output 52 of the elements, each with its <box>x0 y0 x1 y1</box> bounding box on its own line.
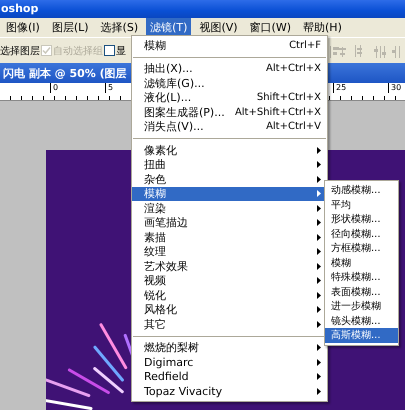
menu-item[interactable]: 高斯模糊... <box>325 328 398 342</box>
document-title: 闪电 副本 @ 50% (图层 <box>2 66 127 81</box>
menu-item[interactable]: 液化(L)... Shift+Ctrl+X <box>132 90 327 105</box>
menu-item[interactable]: 图案生成器(P)... Alt+Shift+Ctrl+X <box>132 105 327 120</box>
menu-item[interactable]: 风格化 <box>132 302 327 317</box>
menu-item[interactable]: 素描 <box>132 230 327 244</box>
window-title: oshop <box>0 2 38 16</box>
menu-item[interactable]: 纹理 <box>132 244 327 259</box>
checkbox-label: 自动选择组 <box>53 44 103 58</box>
ruler-label: 30 <box>388 83 402 94</box>
menu-item[interactable]: 锐化 <box>132 288 327 302</box>
ruler-label: 25 <box>333 83 346 94</box>
menu-item[interactable]: Redfield <box>132 370 327 384</box>
checkbox-label: 显 <box>116 44 126 58</box>
menu-item[interactable]: 艺术效果 <box>132 259 327 274</box>
menu-item[interactable]: 选择(S) <box>96 18 142 37</box>
menu-item[interactable]: 动感模糊... <box>325 183 398 198</box>
menu-item[interactable]: 模糊 <box>132 186 327 201</box>
menu-item[interactable]: 滤镜库(G)... <box>132 76 327 90</box>
menu-item[interactable]: 进一步模糊 <box>325 299 398 314</box>
menu-item[interactable]: 抽出(X)... Alt+Ctrl+X <box>132 62 327 76</box>
menu-item[interactable]: 消失点(V)... Alt+Ctrl+V <box>132 120 327 134</box>
ruler-label: 5 <box>105 83 114 94</box>
menu-item[interactable]: 图像(I) <box>2 18 44 37</box>
align-tools-drawing[interactable] <box>328 42 403 59</box>
menu-item[interactable]: 窗口(W) <box>246 18 296 37</box>
menu-item[interactable]: 帮助(H) <box>299 18 346 37</box>
ruler-label: 0 <box>50 83 58 94</box>
menu-item[interactable]: 像素化 <box>132 143 327 158</box>
menu-item[interactable]: 图层(L) <box>48 18 93 37</box>
menu-item[interactable]: 模糊 <box>325 256 398 270</box>
menu-item[interactable]: 镜头模糊... <box>325 314 398 328</box>
menu-item[interactable]: 径向模糊... <box>325 226 398 241</box>
menu-item[interactable]: 视频 <box>132 274 327 288</box>
menu-item[interactable]: 平均 <box>325 198 398 212</box>
menu-item[interactable]: 滤镜(T) <box>146 18 192 37</box>
menu-item[interactable]: Digimarc <box>132 355 327 370</box>
menu-item[interactable]: 模糊 Ctrl+F <box>132 38 327 52</box>
menu-item[interactable]: 视图(V) <box>195 18 242 37</box>
menu-item[interactable]: 杂色 <box>132 172 327 186</box>
menu-item[interactable]: 燃烧的梨树 <box>132 340 327 355</box>
menu-item[interactable]: Topaz Vivacity <box>132 384 327 398</box>
menu-item[interactable]: 画笔描边 <box>132 216 327 230</box>
menu-item[interactable]: 其它 <box>132 317 327 332</box>
menu-item[interactable]: 渲染 <box>132 201 327 216</box>
menu-item[interactable]: 扭曲 <box>132 158 327 172</box>
menu-item[interactable]: 特殊模糊... <box>325 270 398 284</box>
menu-item[interactable]: 表面模糊... <box>325 284 398 299</box>
menu-item[interactable]: 方框模糊... <box>325 241 398 256</box>
checkbox[interactable] <box>104 45 115 56</box>
menu-item[interactable]: 形状模糊... <box>325 212 398 226</box>
option-label: 选择图层 <box>0 44 40 58</box>
